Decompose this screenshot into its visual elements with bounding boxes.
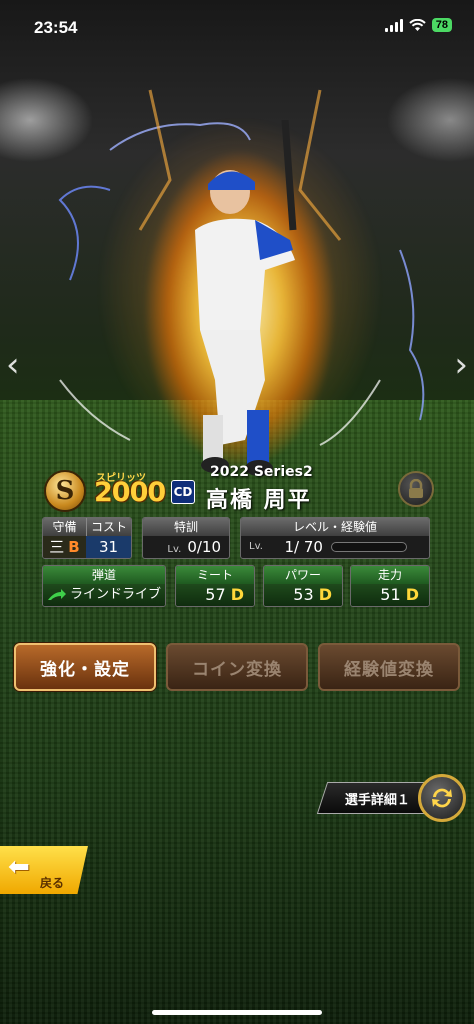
- wifi-icon: [409, 18, 426, 31]
- level-value: Lv. 1/ 70: [241, 536, 429, 558]
- back-label: 戻る: [40, 876, 65, 890]
- status-time: 23:54: [34, 18, 78, 37]
- signal-icon: [384, 18, 403, 32]
- meet-header: ミート: [176, 566, 254, 584]
- right-arrow-icon[interactable]: ›: [454, 345, 468, 385]
- series-label: 2022 Series2: [210, 464, 313, 480]
- back-button[interactable]: ⬅ 戻る: [0, 846, 88, 894]
- spirit-value: 2000: [94, 477, 166, 508]
- training-panel: 特訓 Lv. 0/10: [142, 517, 230, 559]
- cost-value: 31: [86, 536, 131, 558]
- battery-icon: 78: [431, 18, 452, 32]
- exp-convert-button[interactable]: 経験値変換: [318, 643, 460, 691]
- back-arrow-icon: ⬅: [8, 852, 30, 882]
- player-detail-label: 選手詳細１: [345, 792, 411, 808]
- player-image: [195, 120, 297, 476]
- exp-bar: [330, 542, 407, 552]
- position-value: 三B: [43, 536, 87, 558]
- training-value: Lv. 0/10: [167, 538, 221, 556]
- trajectory-header: 弾道: [43, 566, 165, 584]
- status-icons: 78: [384, 18, 452, 32]
- meet-panel: ミート 57 D: [175, 565, 255, 607]
- home-indicator: [152, 1010, 322, 1015]
- meet-value: 57 D: [176, 584, 254, 606]
- speed-value: 51 D: [351, 584, 429, 606]
- training-header: 特訓: [143, 518, 229, 536]
- position-header: 守備: [43, 518, 87, 536]
- cost-header: コスト: [86, 518, 131, 536]
- coin-convert-button[interactable]: コイン変換: [166, 643, 308, 691]
- enhance-settings-button[interactable]: 強化・設定: [14, 643, 156, 691]
- speed-panel: 走力 51 D: [350, 565, 430, 607]
- power-panel: パワー 53 D: [263, 565, 343, 607]
- level-header: レベル・経験値: [241, 518, 429, 536]
- level-panel: レベル・経験値 Lv. 1/ 70: [240, 517, 430, 559]
- spirit-coin-icon: S: [44, 470, 86, 512]
- power-header: パワー: [264, 566, 342, 584]
- team-logo: CD: [171, 480, 195, 504]
- trajectory-arrow-icon: [48, 589, 66, 600]
- trajectory-value: ラインドライブ: [43, 584, 165, 606]
- refresh-icon[interactable]: [418, 774, 466, 822]
- position-cost-panel: 守備 コスト 三B 31: [42, 517, 132, 559]
- left-arrow-icon[interactable]: ‹: [6, 345, 20, 385]
- lock-icon[interactable]: [398, 471, 434, 507]
- player-name: 高橋 周平: [206, 488, 312, 513]
- trajectory-panel: 弾道 ラインドライブ: [42, 565, 166, 607]
- speed-header: 走力: [351, 566, 429, 584]
- power-value: 53 D: [264, 584, 342, 606]
